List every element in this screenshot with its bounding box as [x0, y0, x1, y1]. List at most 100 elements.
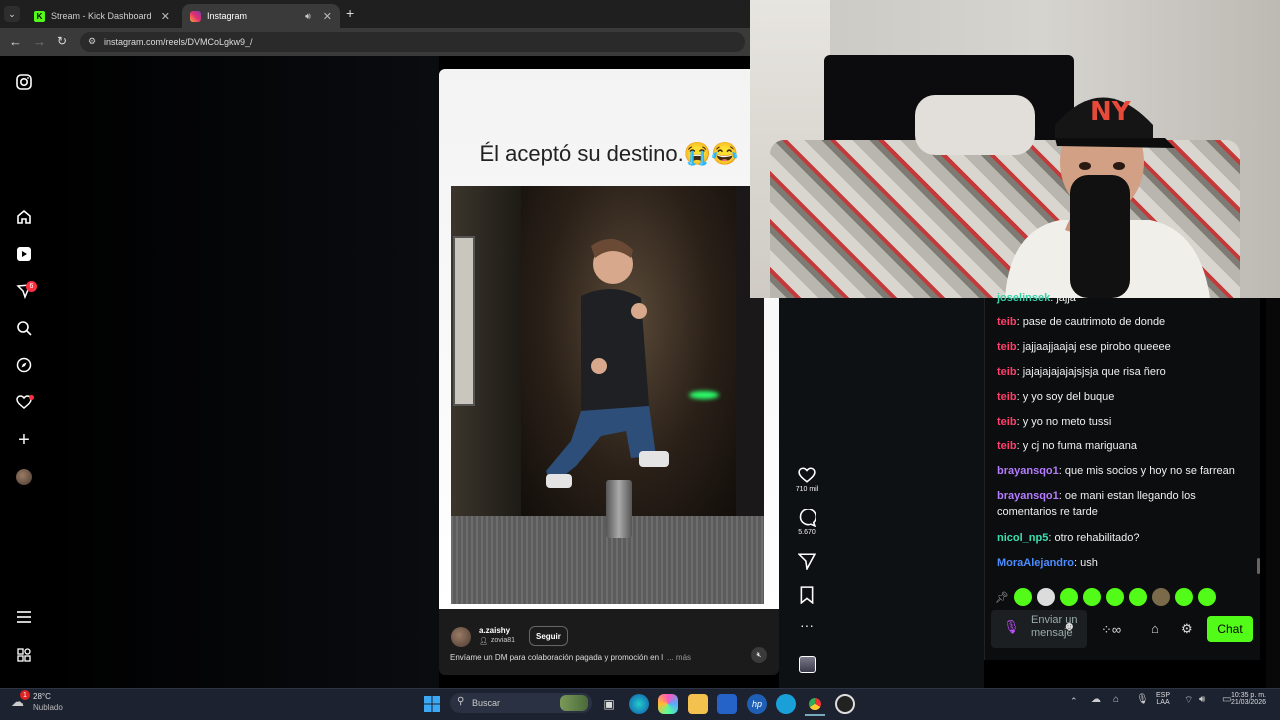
profile-avatar[interactable] [16, 469, 32, 485]
tray-app-icon[interactable]: ☁ [1091, 694, 1101, 705]
reel-description[interactable]: Envíame un DM para colaboración pagada y… [450, 653, 720, 662]
emote[interactable] [1151, 588, 1170, 606]
metal-cup [606, 480, 632, 538]
emote[interactable] [1013, 588, 1032, 606]
comment-count: 5.670 [798, 529, 816, 536]
hp-icon[interactable]: hp [747, 694, 767, 714]
microphone-icon[interactable]: 🎙︎ [1003, 620, 1020, 633]
chat-input[interactable]: 🎙︎ Enviar un mensaje ☻ [991, 610, 1087, 648]
comment-icon [799, 508, 818, 528]
tray-network-icon[interactable]: ⌂ [1113, 694, 1119, 705]
app-icon[interactable] [776, 694, 796, 714]
tab-list-button[interactable]: ⌄ [4, 6, 20, 22]
address-bar[interactable]: ⚙ instagram.com/reels/DVMCoLgkw9_/ [80, 32, 745, 52]
chrome-icon[interactable] [805, 694, 825, 714]
author-avatar[interactable] [451, 627, 471, 647]
volume-icon[interactable]: 🔊︎ [1199, 694, 1205, 705]
door-sign [453, 236, 475, 406]
create-plus-icon[interactable]: + [14, 429, 34, 451]
more-options-icon[interactable]: ··· [793, 618, 821, 632]
kick-points-icon[interactable]: ⁘∞ [1101, 622, 1121, 638]
clock[interactable]: 10:35 p. m. 21/03/2026 [1222, 692, 1266, 706]
wifi-icon[interactable]: ⌔ [1184, 694, 1193, 707]
menu-hamburger-icon[interactable] [14, 607, 34, 627]
pin-icon[interactable]: 📌︎ [995, 591, 1009, 604]
emote[interactable] [1174, 588, 1193, 606]
chat-message: teib: pase de cautrimoto de donde [997, 316, 1166, 328]
reel-player[interactable]: Él aceptó su destino.😭😂 a.zaishy 👤︎ zovia… [439, 69, 779, 675]
comment-button[interactable]: 5.670 [793, 508, 821, 536]
weather-description: Nublado [33, 703, 63, 712]
taskbar-search[interactable]: ⚲ Buscar [450, 693, 592, 713]
chat-message: nicol_np5: otro rehabilitado? [997, 532, 1140, 544]
chat-message: teib: jajjaajjaajaj ese pirobo queeee [997, 341, 1171, 353]
task-view-icon[interactable]: ▣ [599, 694, 619, 714]
emote[interactable] [1128, 588, 1147, 606]
language-indicator[interactable]: ESP LAA [1156, 692, 1170, 706]
tab-instagram[interactable]: Instagram 🔊︎ ✕ [182, 4, 340, 28]
emote[interactable] [1197, 588, 1216, 606]
store-icon[interactable]: ⌂ [1151, 621, 1159, 636]
emote[interactable] [1036, 588, 1055, 606]
search-icon: ⚲ [457, 696, 465, 707]
active-indicator [805, 714, 825, 716]
forward-arrow-icon[interactable]: → [33, 34, 46, 49]
tab-kick-dashboard[interactable]: K Stream - Kick Dashboard ✕ [26, 4, 178, 28]
instagram-logo-icon[interactable] [14, 72, 34, 92]
close-tab-icon[interactable]: ✕ [323, 10, 332, 23]
search-icon[interactable] [14, 318, 34, 338]
notification-dot [29, 395, 34, 400]
emoji-icon[interactable]: ☻ [1063, 620, 1076, 633]
emote[interactable] [1105, 588, 1124, 606]
store-app-icon[interactable] [717, 694, 737, 714]
browser-tab-bar: ⌄ K Stream - Kick Dashboard ✕ Instagram … [0, 0, 750, 28]
tray-microphone-icon[interactable]: 🎙︎ [1136, 694, 1149, 705]
kick-favicon-icon: K [34, 10, 45, 22]
chat-send-button[interactable]: Chat [1207, 616, 1253, 642]
reel-overlay-caption: Él aceptó su destino.😭😂 [479, 141, 739, 166]
copilot-icon[interactable] [658, 694, 678, 714]
chat-scrollbar[interactable] [1257, 558, 1260, 574]
weather-badge: 1 [20, 690, 30, 700]
reload-icon[interactable]: ↻ [57, 34, 67, 48]
reels-icon[interactable] [14, 244, 34, 264]
notification-badge: 6 [26, 281, 37, 292]
show-hidden-icons-chevron-icon[interactable]: ⌃ [1070, 696, 1078, 707]
file-explorer-icon[interactable] [688, 694, 708, 714]
chat-message: teib: y yo soy del buque [997, 391, 1115, 403]
emote[interactable] [1059, 588, 1078, 606]
windows-start-icon[interactable] [422, 694, 442, 714]
reel-video[interactable] [451, 186, 764, 604]
author-username[interactable]: a.zaishy [479, 626, 510, 635]
share-button[interactable] [793, 552, 821, 572]
obs-icon[interactable] [835, 694, 855, 714]
emote[interactable] [1082, 588, 1101, 606]
back-arrow-icon[interactable]: ← [9, 34, 22, 49]
instagram-favicon-icon [190, 10, 201, 22]
microphone [1070, 175, 1130, 298]
audio-info[interactable]: 👤︎ zovia81 [479, 637, 515, 645]
chat-settings-gear-icon[interactable]: ⚙ [1181, 621, 1193, 637]
search-highlight-image [560, 695, 588, 711]
bookmark-icon [800, 586, 814, 605]
more-apps-icon[interactable] [14, 645, 34, 665]
save-button[interactable] [793, 586, 821, 606]
speaker-icon[interactable]: 🔊︎ [305, 11, 311, 22]
site-info-icon[interactable]: ⚙ [88, 36, 96, 47]
follow-button[interactable]: Seguir [529, 626, 568, 646]
share-send-icon [797, 553, 817, 572]
tab-label: Instagram [207, 11, 248, 21]
new-tab-button[interactable]: + [346, 5, 354, 21]
reel-info-bar: a.zaishy 👤︎ zovia81 Seguir Envíame un DM … [439, 609, 779, 675]
edge-browser-icon[interactable] [629, 694, 649, 714]
chat-message: MoraAlejandro: ush [997, 557, 1098, 569]
url-text: instagram.com/reels/DVMCoLgkw9_/ [104, 37, 253, 47]
mute-toggle-icon[interactable]: 🔇︎ [751, 647, 767, 663]
explore-compass-icon[interactable] [14, 355, 34, 375]
like-button[interactable]: 710 mil [793, 466, 821, 493]
home-icon[interactable] [14, 207, 34, 227]
close-tab-icon[interactable]: ✕ [161, 10, 170, 23]
chat-message: teib: y cj no fuma mariguana [997, 440, 1138, 452]
heart-icon [798, 467, 816, 483]
audio-thumbnail[interactable] [799, 656, 816, 673]
